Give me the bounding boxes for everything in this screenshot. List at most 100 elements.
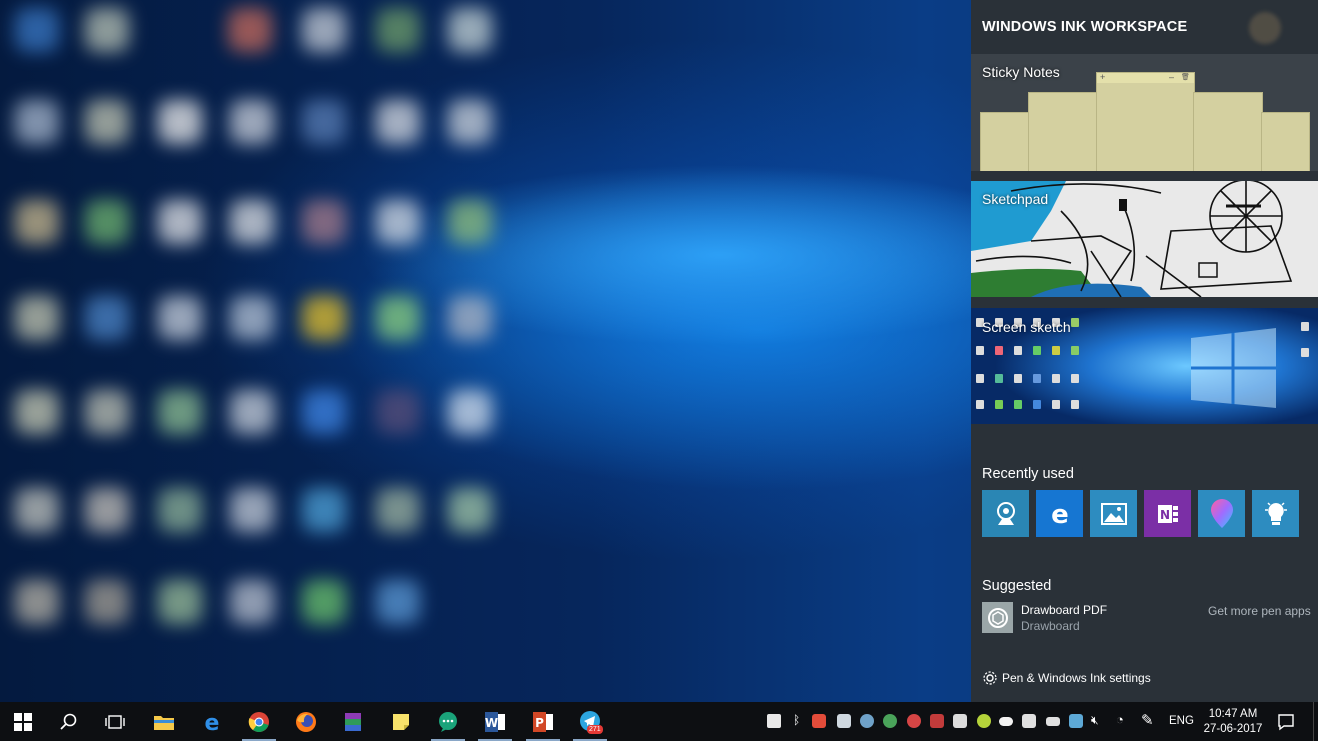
taskbar-word[interactable]: W [472, 702, 518, 741]
network-app-icon[interactable] [1069, 714, 1083, 728]
desktop-icon[interactable] [302, 8, 346, 52]
desktop-icon[interactable] [302, 488, 346, 532]
desktop-icon[interactable] [15, 296, 59, 340]
recent-app-onenote[interactable]: N [1144, 490, 1191, 537]
desktop-icon[interactable] [230, 580, 274, 624]
desktop-icon[interactable] [85, 8, 129, 52]
desktop-icon[interactable] [85, 200, 129, 244]
desktop-icon[interactable] [85, 390, 129, 434]
start-button[interactable] [0, 702, 46, 741]
volume-muted-icon[interactable]: 🔇︎ [1091, 713, 1099, 728]
desktop-icon[interactable] [448, 200, 492, 244]
desktop-icon[interactable] [85, 100, 129, 144]
windows-ink-icon[interactable]: ✎ [1141, 711, 1154, 729]
app-tray-icon-s[interactable] [812, 714, 826, 728]
suggested-app-name[interactable]: Drawboard PDF [1021, 603, 1107, 617]
desktop-icon[interactable] [302, 390, 346, 434]
recent-app-edge[interactable]: e [1036, 490, 1083, 537]
sticky-notes-tile[interactable]: Sticky Notes + – 🗑 [971, 54, 1318, 171]
app-tray-icon[interactable] [837, 714, 851, 728]
desktop-icon[interactable] [302, 100, 346, 144]
desktop-icon[interactable] [15, 8, 59, 52]
desktop-icon[interactable] [376, 200, 420, 244]
wifi-icon[interactable]: ◔ [1116, 712, 1124, 727]
desktop-icon[interactable] [15, 100, 59, 144]
app-tray-icon[interactable] [883, 714, 897, 728]
search-button[interactable] [46, 702, 92, 741]
desktop-icon[interactable] [158, 296, 202, 340]
clock[interactable]: 10:47 AM 27-06-2017 [1196, 707, 1270, 737]
desktop-icon[interactable] [376, 390, 420, 434]
desktop-icon[interactable] [85, 580, 129, 624]
desktop-icon[interactable] [376, 296, 420, 340]
taskbar-edge[interactable]: e [189, 702, 235, 741]
desktop-icon[interactable] [230, 488, 274, 532]
desktop-icon[interactable] [302, 200, 346, 244]
desktop-icon[interactable] [230, 296, 274, 340]
defender-tray-icon[interactable] [767, 714, 781, 728]
desktop-icon[interactable] [302, 580, 346, 624]
desktop-icon[interactable] [448, 296, 492, 340]
app-tray-icon[interactable] [977, 714, 991, 728]
photos-icon [1100, 502, 1127, 525]
pen-settings-link[interactable]: Pen & Windows Ink settings [982, 670, 1151, 686]
onedrive-icon[interactable] [999, 717, 1013, 726]
action-center-button[interactable] [1264, 702, 1308, 741]
taskbar-file-explorer[interactable] [141, 702, 187, 741]
desktop-icon[interactable] [376, 580, 420, 624]
desktop-icon[interactable] [15, 200, 59, 244]
taskbar-telegram[interactable]: 271 [567, 702, 613, 741]
taskbar-winrar[interactable] [330, 702, 376, 741]
sketchpad-tile[interactable]: Sketchpad [971, 181, 1318, 297]
desktop-icon[interactable] [448, 390, 492, 434]
recent-app-photos[interactable] [1090, 490, 1137, 537]
desktop-icon[interactable] [376, 100, 420, 144]
desktop-icon[interactable] [302, 296, 346, 340]
desktop-icon[interactable] [15, 390, 59, 434]
language-indicator[interactable]: ENG [1169, 715, 1194, 727]
show-desktop-button[interactable] [1313, 702, 1318, 741]
task-view-button[interactable] [92, 702, 138, 741]
recent-app-tips[interactable] [1252, 490, 1299, 537]
desktop-icon[interactable] [158, 100, 202, 144]
desktop-icon[interactable] [230, 200, 274, 244]
taskbar-firefox[interactable] [283, 702, 329, 741]
app-tray-icon[interactable] [1022, 714, 1036, 728]
desktop-icon[interactable] [15, 488, 59, 532]
suggested-app-drawboard[interactable] [982, 602, 1013, 633]
desktop-icon[interactable] [448, 100, 492, 144]
taskbar-powerpoint[interactable]: P [520, 702, 566, 741]
mini-desktop-icon [1301, 322, 1309, 331]
recent-app-webcam[interactable] [982, 490, 1029, 537]
taskbar-chrome[interactable] [236, 702, 282, 741]
svg-text:W: W [485, 716, 498, 730]
battery-icon[interactable] [1046, 717, 1060, 726]
desktop-icon[interactable] [448, 488, 492, 532]
desktop-icon[interactable] [228, 8, 272, 52]
desktop-icon[interactable] [85, 488, 129, 532]
desktop-icon[interactable] [230, 390, 274, 434]
app-tray-icon[interactable] [930, 714, 944, 728]
desktop-icon[interactable] [158, 488, 202, 532]
task-view-icon [105, 714, 125, 729]
taskbar-sticky-notes[interactable] [378, 702, 424, 741]
bluetooth-icon[interactable]: ᛒ [793, 713, 800, 727]
screen-sketch-tile[interactable]: Screen sketch [971, 308, 1318, 424]
get-more-pen-apps-link[interactable]: Get more pen apps [1208, 604, 1311, 618]
desktop-icon[interactable] [376, 8, 420, 52]
desktop-icon[interactable] [15, 580, 59, 624]
notification-icon [1278, 713, 1294, 730]
app-tray-icon[interactable] [860, 714, 874, 728]
recent-app-paint3d[interactable] [1198, 490, 1245, 537]
desktop-icon[interactable] [158, 390, 202, 434]
avatar[interactable] [1249, 12, 1281, 44]
desktop-icon[interactable] [158, 580, 202, 624]
desktop-icon[interactable] [85, 296, 129, 340]
desktop-icon[interactable] [376, 488, 420, 532]
desktop-icon[interactable] [448, 8, 492, 52]
app-tray-icon[interactable] [953, 714, 967, 728]
app-tray-icon[interactable] [907, 714, 921, 728]
desktop-icon[interactable] [230, 100, 274, 144]
desktop-icon[interactable] [158, 200, 202, 244]
taskbar-hangouts[interactable] [425, 702, 471, 741]
